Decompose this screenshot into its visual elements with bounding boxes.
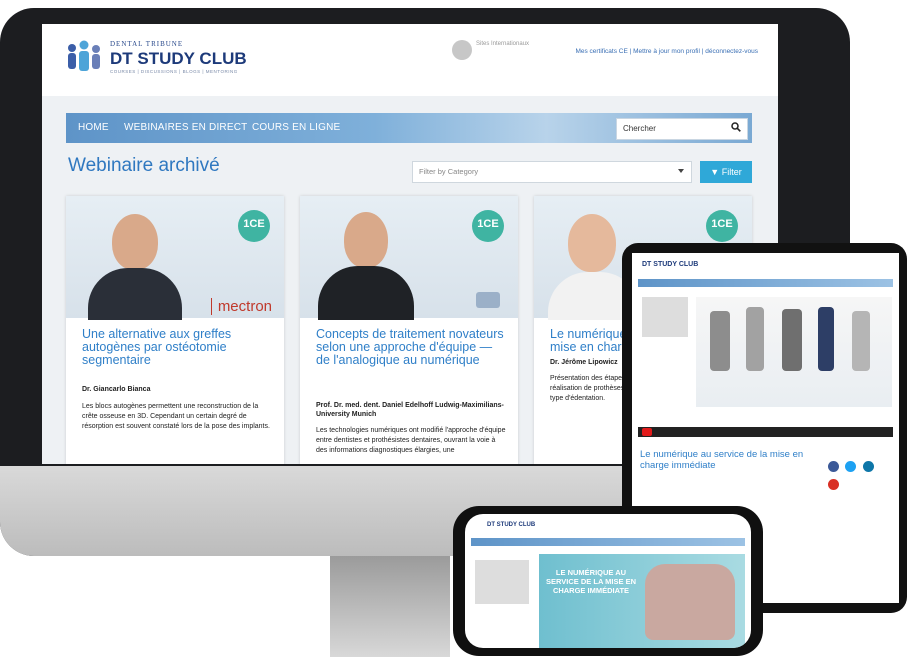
video-title: Le numérique au service de la mise en ch… — [640, 449, 804, 471]
speaker-body — [88, 268, 182, 320]
email-icon[interactable] — [828, 479, 839, 490]
linkedin-icon[interactable] — [862, 461, 874, 472]
sponsor-logo: mectron — [210, 298, 272, 315]
implant-1 — [710, 311, 730, 371]
globe-icon[interactable] — [452, 40, 472, 60]
tablet-logo: DT STUDY CLUB — [642, 261, 699, 268]
card-author: Dr. Giancarlo Bianca — [82, 386, 151, 393]
dropdown-arrow-icon — [678, 169, 684, 173]
ce-credit-badge: 1CE — [706, 210, 738, 242]
logo-people-icon — [68, 40, 100, 71]
ce-credit-badge: 1CE — [238, 210, 270, 242]
tablet-navbar — [638, 279, 893, 287]
implant-2 — [746, 307, 764, 371]
speaker-head — [568, 214, 616, 272]
logo-tagline: COURSES | DISCUSSIONS | BLOGS | MENTORIN… — [110, 69, 238, 74]
speaker-head — [112, 214, 158, 270]
international-sites-link[interactable]: Sites Internationaux — [476, 40, 536, 48]
webinar-card[interactable]: 1CE Concepts de traitement novateurs sel… — [300, 196, 518, 464]
speaker-head — [344, 212, 388, 268]
phone-logo: DT STUDY CLUB — [487, 522, 536, 528]
tablet-speaker-thumb — [642, 297, 688, 337]
share-icons — [828, 459, 890, 490]
twitter-icon[interactable] — [845, 461, 857, 472]
logo-brand: DENTAL TRIBUNE — [110, 40, 184, 48]
phone-banner-text: LE NUMÉRIQUE AU SERVICE DE LA MISE EN CH… — [545, 568, 637, 595]
card-author: Prof. Dr. med. dent. Daniel Edelhoff Lud… — [316, 402, 504, 418]
facebook-icon[interactable] — [828, 461, 839, 472]
phone-device: DT STUDY CLUB LE NUMÉRIQUE AU SERVICE DE… — [453, 506, 763, 656]
implant-3 — [782, 309, 802, 371]
implant-5 — [852, 311, 870, 371]
nav-webinaires-live[interactable]: WEBINAIRES EN DIRECT — [124, 122, 247, 133]
phone-speaker-thumb — [475, 560, 529, 604]
user-links[interactable]: Mes certificats CE | Mettre à jour mon p… — [575, 48, 758, 55]
card-description: Les technologies numériques ont modifié … — [316, 427, 506, 454]
nav-cours-en-ligne[interactable]: COURS EN LIGNE — [252, 122, 340, 133]
dental-model-image — [645, 564, 735, 640]
sponsor-logo-icon — [476, 292, 500, 308]
implant-4 — [818, 307, 834, 371]
play-button-icon[interactable] — [642, 428, 652, 436]
webinar-card[interactable]: mectron 1CE Une alternative aux greffes … — [66, 196, 284, 464]
category-filter-select[interactable]: Filter by Category — [412, 161, 692, 183]
filter-icon: ▼ — [710, 167, 722, 177]
card-title[interactable]: Concepts de traitement novateurs selon u… — [316, 328, 508, 367]
video-player-bar[interactable] — [638, 427, 893, 437]
phone-banner: LE NUMÉRIQUE AU SERVICE DE LA MISE EN CH… — [539, 554, 745, 648]
speaker-body — [318, 266, 414, 320]
filter-button-label: Filter — [721, 167, 742, 177]
ce-credit-badge: 1CE — [472, 210, 504, 242]
logo-title[interactable]: DT STUDY CLUB — [110, 49, 247, 69]
phone-screen: DT STUDY CLUB LE NUMÉRIQUE AU SERVICE DE… — [465, 514, 751, 648]
implant-product-image — [696, 297, 892, 407]
site-header: DENTAL TRIBUNE DT STUDY CLUB COURSES | D… — [42, 24, 778, 96]
phone-navbar — [471, 538, 745, 546]
search-icon[interactable] — [731, 122, 741, 132]
category-filter-placeholder: Filter by Category — [419, 167, 479, 176]
search-placeholder: Chercher — [623, 124, 656, 133]
nav-home[interactable]: HOME — [78, 122, 109, 133]
card-title[interactable]: Une alternative aux greffes autogènes pa… — [82, 328, 274, 367]
card-description: Les blocs autogènes permettent une recon… — [82, 403, 270, 430]
monitor-stand — [330, 556, 450, 657]
search-input[interactable]: Chercher — [616, 118, 748, 140]
page-title: Webinaire archivé — [68, 155, 220, 176]
filter-button[interactable]: ▼ Filter — [700, 161, 752, 183]
